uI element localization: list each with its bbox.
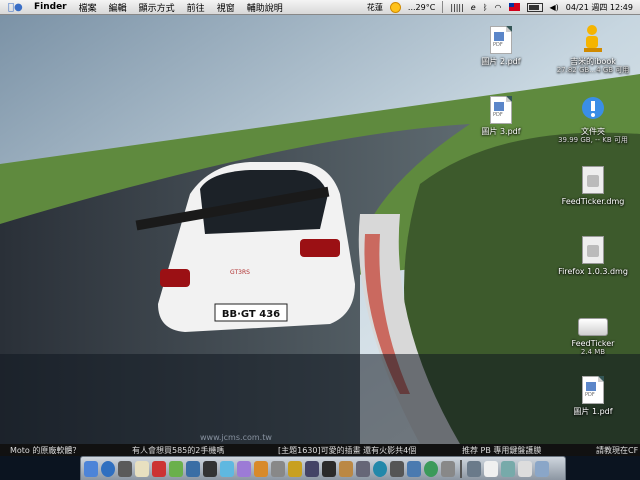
input-flag-icon[interactable]: [508, 3, 520, 11]
desktop-icon-label: 圖片 3.pdf: [481, 127, 521, 136]
itunes-dock-icon[interactable]: [169, 460, 183, 477]
info-drive-icon: [581, 96, 605, 124]
race-car-wallpaper: BB·GT 436 GT3RS www.jcms.com.tw: [0, 14, 640, 444]
minimized-window-dock-icon[interactable]: [467, 460, 481, 477]
utility-dock-icon[interactable]: [271, 460, 285, 477]
ichat-dock-icon[interactable]: [237, 460, 251, 477]
weather-temp[interactable]: ...29°C: [408, 3, 435, 12]
menu-bar: ● Finder 檔案 編輯 顯示方式 前往 視窗 輔助說明 花蓮 ...29…: [0, 0, 640, 15]
safari-dock-icon[interactable]: [101, 460, 115, 477]
feed-ticker-bar: Moto 的原廠軟體？ 有人會想買585的2手機嗎 [主題1630]可愛的插畫 …: [0, 444, 640, 456]
skype-dock-icon[interactable]: [424, 460, 438, 477]
desktop-icon-sublabel: 2.4 MB: [580, 348, 606, 356]
desktop-icon-label: FeedTicker: [571, 339, 615, 348]
document-dock-icon[interactable]: [501, 460, 515, 477]
mounted-volume-icon: [578, 318, 608, 336]
weather-city[interactable]: 花蓮: [367, 2, 383, 13]
desktop-icon-ibook[interactable]: 吉米的ibook 27.82 GB…4 GB 可用: [548, 24, 638, 75]
app-dock-icon[interactable]: [441, 460, 455, 477]
stickies-dock-icon[interactable]: [288, 460, 302, 477]
menu-help[interactable]: 輔助說明: [247, 1, 283, 14]
menu-window[interactable]: 視窗: [217, 1, 235, 14]
preview-dock-icon[interactable]: [118, 460, 132, 477]
battery-icon[interactable]: [526, 2, 543, 12]
dock: [80, 456, 566, 480]
menu-separator: [442, 1, 444, 13]
ticker-item[interactable]: 請教現在CF G: [596, 445, 640, 456]
app-dock-icon[interactable]: [390, 460, 404, 477]
menu-go[interactable]: 前往: [187, 1, 205, 14]
ical-dock-icon[interactable]: [152, 460, 166, 477]
trash-dock-icon[interactable]: [535, 460, 549, 477]
pdf-file-icon: PDF: [490, 26, 512, 54]
desktop-icon-label: 圖片 1.pdf: [573, 407, 613, 416]
mail-dock-icon[interactable]: [220, 460, 234, 477]
app-dock-icon[interactable]: [356, 460, 370, 477]
menu-edit[interactable]: 編輯: [109, 1, 127, 14]
clock-text[interactable]: 04/21 週四 12:49: [566, 2, 633, 13]
desktop-icon-sublabel: 27.82 GB…4 GB 可用: [556, 66, 630, 74]
apple-menu-icon[interactable]: ●: [8, 2, 23, 13]
desktop-icon-documents[interactable]: 文件夾 39.99 GB, -- KB 可用: [548, 96, 638, 145]
license-plate: BB·GT 436: [222, 309, 280, 320]
volume-icon[interactable]: ◀): [550, 3, 559, 12]
firefox-dock-icon[interactable]: [254, 460, 268, 477]
wifi-icon[interactable]: ◠: [495, 3, 502, 12]
ticker-item[interactable]: Moto 的原廠軟體？: [10, 445, 80, 456]
terminal-dock-icon[interactable]: [203, 460, 217, 477]
desktop-icon-pic1-pdf[interactable]: PDF 圖片 1.pdf: [548, 376, 638, 416]
wallpaper-watermark: www.jcms.com.tw: [200, 433, 272, 442]
ticker-item[interactable]: [主題1630]可愛的插畫 還有火影共4個: [278, 445, 416, 456]
desktop-icon-feedticker-dmg[interactable]: FeedTicker.dmg: [548, 166, 638, 206]
iphoto-dock-icon[interactable]: [186, 460, 200, 477]
desktop-icon-pic2-pdf[interactable]: PDF 圖片 2.pdf: [456, 26, 546, 66]
car-badge: GT3RS: [230, 269, 250, 276]
desktop-wallpaper: BB·GT 436 GT3RS www.jcms.com.tw: [0, 14, 640, 444]
menu-view[interactable]: 顯示方式: [139, 1, 175, 14]
app-dock-icon[interactable]: [339, 460, 353, 477]
desktop-icon-label: Firefox 1.0.3.dmg: [558, 267, 628, 276]
desktop-icon-feedticker-volume[interactable]: FeedTicker 2.4 MB: [548, 318, 638, 357]
desktop-icon-label: 圖片 2.pdf: [481, 57, 521, 66]
document-dock-icon[interactable]: [518, 460, 532, 477]
pdf-file-icon: PDF: [490, 96, 512, 124]
ticker-item[interactable]: 推荐 PB 專用鍵盤護膜: [462, 445, 541, 456]
menu-extras: 花蓮 ...29°C ||||| e ᛒ ◠ ◀) 04/21 週四 12:49: [367, 0, 640, 14]
desktop-icon-label: FeedTicker.dmg: [561, 197, 625, 206]
ticker-item[interactable]: 有人會想買585的2手機嗎: [132, 445, 224, 456]
address-book-dock-icon[interactable]: [135, 460, 149, 477]
script-icon[interactable]: e: [471, 3, 476, 12]
dock-separator: [460, 459, 462, 478]
menu-app-finder[interactable]: Finder: [34, 2, 67, 12]
desktop-icon-label: 吉米的ibook: [570, 57, 616, 66]
app-dock-icon[interactable]: [407, 460, 421, 477]
finder-dock-icon[interactable]: [84, 460, 98, 477]
desktop-icon-sublabel: 39.99 GB, -- KB 可用: [558, 136, 628, 144]
app-dock-icon[interactable]: [322, 460, 336, 477]
pdf-file-icon: PDF: [582, 376, 604, 404]
system-preferences-dock-icon[interactable]: [305, 460, 319, 477]
disk-image-icon: [582, 236, 604, 264]
bluetooth-icon[interactable]: ᛒ: [483, 3, 488, 12]
desktop-icon-pic3-pdf[interactable]: PDF 圖片 3.pdf: [456, 96, 546, 136]
app-dock-icon[interactable]: [373, 460, 387, 477]
desktop-icon-label: 文件夾: [581, 127, 605, 136]
disk-image-icon: [582, 166, 604, 194]
sun-icon: [389, 1, 401, 13]
status-grip-icon: |||||: [450, 2, 464, 12]
menu-file[interactable]: 檔案: [79, 1, 97, 14]
ibook-drive-icon: [582, 24, 604, 54]
document-dock-icon[interactable]: [484, 460, 498, 477]
desktop-icon-firefox-dmg[interactable]: Firefox 1.0.3.dmg: [548, 236, 638, 276]
